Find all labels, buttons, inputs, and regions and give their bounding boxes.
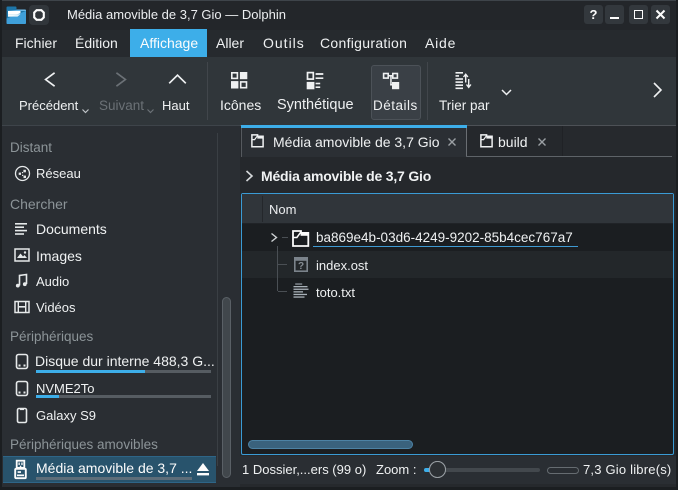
svg-text:?: ? (298, 261, 304, 272)
